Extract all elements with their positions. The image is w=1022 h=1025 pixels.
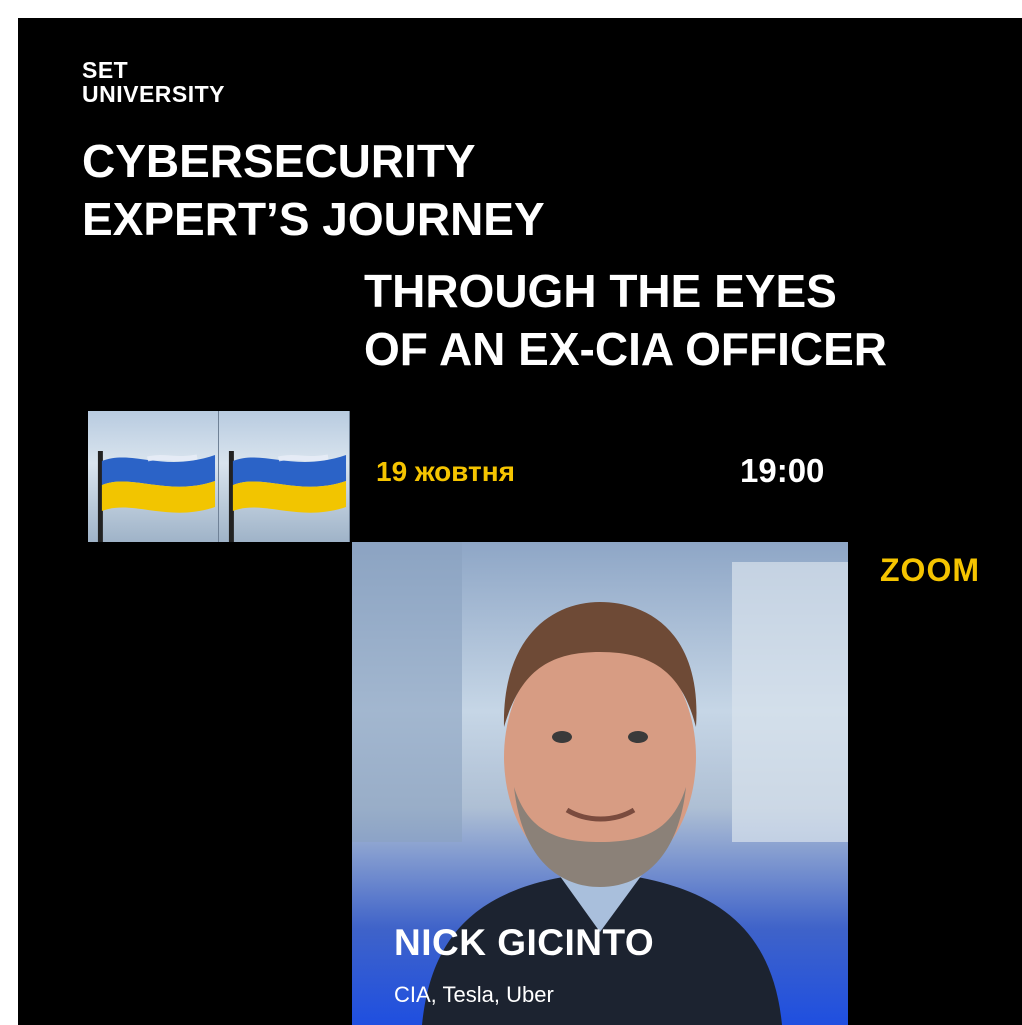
headline-line-2: EXPERT’S JOURNEY: [82, 193, 545, 245]
event-poster: SET UNIVERSITY CYBERSECURITY EXPERT’S JO…: [18, 18, 1022, 1025]
brand-line-1: SET: [82, 57, 129, 83]
speaker-name: NICK GICINTO: [394, 922, 655, 963]
speaker-affiliations: CIA, Tesla, Uber: [394, 982, 554, 1007]
headline-bottom: THROUGH THE EYES OF AN EX-CIA OFFICER: [364, 262, 887, 378]
event-platform: ZOOM: [880, 552, 980, 588]
headline-line-3: THROUGH THE EYES: [364, 265, 837, 317]
speaker-photo: NICK GICINTO CIA, Tesla, Uber: [352, 542, 848, 1025]
event-date: 19 жовтня: [376, 456, 515, 487]
ukraine-flag-icon: [219, 411, 350, 542]
headline-line-4: OF AN EX-CIA OFFICER: [364, 323, 888, 375]
headline-top: CYBERSECURITY EXPERT’S JOURNEY: [82, 132, 545, 248]
brand-line-2: UNIVERSITY: [82, 81, 226, 107]
headline-line-1: CYBERSECURITY: [82, 135, 476, 187]
brand-logo: SET UNIVERSITY: [82, 58, 225, 106]
ukraine-flag-icon: [88, 411, 219, 542]
event-time: 19:00: [740, 452, 825, 489]
ukraine-flags-image: [88, 411, 350, 542]
